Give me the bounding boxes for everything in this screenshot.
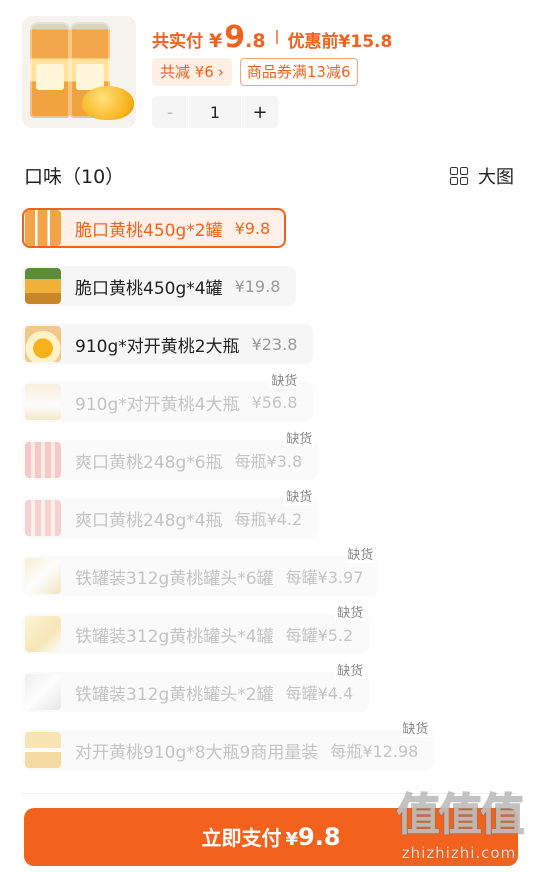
- option-thumbnail: [25, 500, 61, 536]
- option-thumbnail: [25, 268, 61, 304]
- flavor-option-soldout[interactable]: 爽口黄桃248g*4瓶 每瓶¥4.2 缺货: [22, 486, 319, 538]
- original-price: 优惠前¥15.8: [287, 32, 393, 52]
- flavor-option-selected[interactable]: 脆口黄桃450g*2罐 ¥9.8: [22, 208, 287, 248]
- option-thumbnail: [25, 326, 61, 362]
- option-row: 铁罐装312g黄桃罐头*2罐 每罐¥4.4 缺货: [22, 660, 522, 712]
- coupon-badge[interactable]: 商品券满13减6: [239, 58, 358, 86]
- option-thumbnail: [25, 732, 61, 768]
- option-name: 铁罐装312g黄桃罐头*2罐: [75, 684, 274, 705]
- option-name: 爽口黄桃248g*4瓶: [75, 510, 223, 531]
- option-row: 铁罐装312g黄桃罐头*6罐 每罐¥3.97 缺货: [22, 544, 522, 596]
- pay-label: 立即支付: [201, 826, 282, 850]
- option-row: 铁罐装312g黄桃罐头*4罐 每罐¥5.2 缺货: [22, 602, 522, 654]
- option-name: 铁罐装312g黄桃罐头*6罐: [75, 568, 274, 589]
- out-of-stock-tag: 缺货: [284, 428, 315, 447]
- option-row: 脆口黄桃450g*2罐 ¥9.8: [22, 208, 522, 248]
- option-price: ¥19.8: [234, 276, 281, 296]
- flavor-option[interactable]: 910g*对开黄桃2大瓶 ¥23.8: [22, 324, 314, 364]
- peach-bowl-graphic: [82, 86, 134, 120]
- grid-icon: [450, 167, 468, 185]
- option-price: 每瓶¥3.8: [234, 452, 303, 471]
- flavor-option-soldout[interactable]: 铁罐装312g黄桃罐头*4罐 每罐¥5.2 缺货: [22, 602, 370, 654]
- flavor-option-soldout[interactable]: 对开黄桃910g*8大瓶9商用量装 每瓶¥12.98 缺货: [22, 718, 435, 770]
- price-label: 共实付: [152, 32, 203, 52]
- option-thumbnail: [25, 558, 61, 594]
- option-name: 脆口黄桃450g*2罐: [75, 220, 223, 241]
- discount-row: 共减 ¥6 › 商品券满13减6: [152, 58, 358, 86]
- out-of-stock-tag: 缺货: [335, 660, 366, 679]
- out-of-stock-tag: 缺货: [335, 602, 366, 621]
- option-thumbnail: [25, 210, 61, 246]
- option-name: 铁罐装312g黄桃罐头*4罐: [75, 626, 274, 647]
- quantity-stepper: - 1 +: [152, 96, 278, 128]
- option-row: 910g*对开黄桃4大瓶 ¥56.8 缺货: [22, 370, 522, 422]
- big-image-toggle[interactable]: 大图: [450, 163, 514, 189]
- option-price: ¥23.8: [251, 334, 298, 354]
- product-image[interactable]: [22, 16, 136, 128]
- option-price: 每罐¥5.2: [285, 626, 354, 645]
- option-price: ¥56.8: [251, 392, 298, 412]
- option-thumbnail: [25, 442, 61, 478]
- quantity-value[interactable]: 1: [189, 96, 241, 128]
- option-row: 爽口黄桃248g*4瓶 每瓶¥4.2 缺货: [22, 486, 522, 538]
- increase-button[interactable]: +: [242, 96, 278, 128]
- chevron-right-icon: ›: [217, 63, 224, 81]
- flavor-option[interactable]: 脆口黄桃450g*4罐 ¥19.8: [22, 266, 297, 306]
- option-name: 910g*对开黄桃2大瓶: [75, 336, 240, 357]
- flavor-option-soldout[interactable]: 铁罐装312g黄桃罐头*6罐 每罐¥3.97 缺货: [22, 544, 380, 596]
- pay-currency: ¥: [285, 829, 298, 850]
- price-separator: [275, 30, 278, 44]
- option-price: ¥9.8: [234, 218, 271, 238]
- option-price: 每瓶¥4.2: [234, 510, 303, 529]
- option-price: 每罐¥4.4: [285, 684, 354, 703]
- option-row: 910g*对开黄桃2大瓶 ¥23.8: [22, 324, 522, 364]
- discount-detail-button[interactable]: 共减 ¥6 ›: [152, 58, 232, 86]
- pay-now-button[interactable]: 立即支付 ¥ 9.8: [24, 808, 518, 866]
- option-row: 脆口黄桃450g*4罐 ¥19.8: [22, 266, 522, 306]
- option-name: 对开黄桃910g*8大瓶9商用量装: [75, 742, 319, 763]
- flavor-section-title: 口味（10）: [24, 166, 125, 188]
- price-decimal: .8: [245, 30, 266, 52]
- flavor-option-soldout[interactable]: 910g*对开黄桃4大瓶 ¥56.8 缺货: [22, 370, 314, 422]
- option-thumbnail: [25, 674, 61, 710]
- option-thumbnail: [25, 616, 61, 652]
- jar-graphic: [30, 22, 70, 118]
- out-of-stock-tag: 缺货: [345, 544, 376, 563]
- price-summary: 共实付 ¥ 9 .8 优惠前¥15.8: [152, 20, 393, 55]
- option-thumbnail: [25, 384, 61, 420]
- option-name: 脆口黄桃450g*4罐: [75, 278, 223, 299]
- option-row: 对开黄桃910g*8大瓶9商用量装 每瓶¥12.98 缺货: [22, 718, 522, 770]
- option-name: 910g*对开黄桃4大瓶: [75, 394, 240, 415]
- divider: [22, 793, 518, 794]
- out-of-stock-tag: 缺货: [269, 370, 300, 389]
- big-image-label: 大图: [478, 167, 514, 188]
- price-currency: ¥: [209, 30, 223, 52]
- out-of-stock-tag: 缺货: [400, 718, 431, 737]
- decrease-button[interactable]: -: [152, 96, 188, 128]
- pay-amount: 9.8: [298, 823, 341, 851]
- flavor-option-soldout[interactable]: 爽口黄桃248g*6瓶 每瓶¥3.8 缺货: [22, 428, 319, 480]
- flavor-options: 脆口黄桃450g*2罐 ¥9.8 脆口黄桃450g*4罐 ¥19.8 910g*…: [22, 208, 522, 788]
- option-price: 每瓶¥12.98: [330, 742, 419, 761]
- option-row: 爽口黄桃248g*6瓶 每瓶¥3.8 缺货: [22, 428, 522, 480]
- flavor-option-soldout[interactable]: 铁罐装312g黄桃罐头*2罐 每罐¥4.4 缺货: [22, 660, 370, 712]
- option-price: 每罐¥3.97: [285, 568, 364, 587]
- option-name: 爽口黄桃248g*6瓶: [75, 452, 223, 473]
- out-of-stock-tag: 缺货: [284, 486, 315, 505]
- discount-label: 共减 ¥6: [160, 63, 214, 81]
- price-integer: 9: [224, 20, 246, 55]
